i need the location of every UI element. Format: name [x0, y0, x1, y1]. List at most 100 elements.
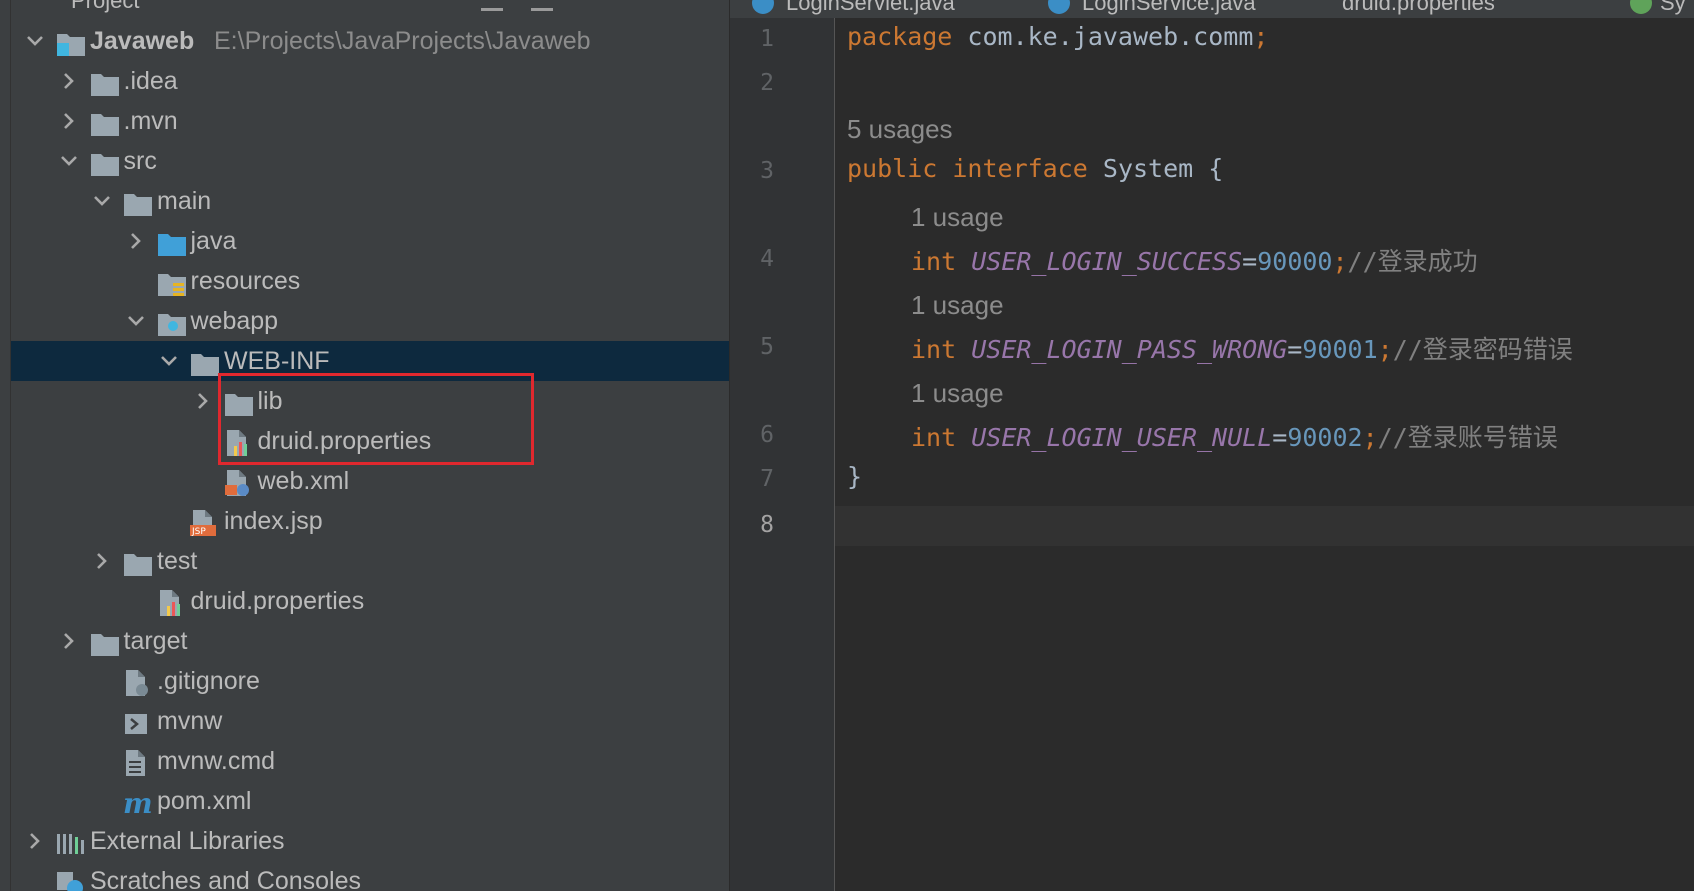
chevron-down-icon[interactable] — [124, 301, 148, 341]
tree-node-label: Javaweb — [90, 27, 195, 55]
tree-node-label: java — [190, 227, 237, 255]
scratches-icon — [56, 869, 84, 891]
tree-node-pom-xml[interactable]: m pom.xml — [11, 781, 729, 821]
tree-node-label: webapp — [190, 307, 279, 335]
editor-gutter: 1 2 3 4 5 6 7 8 — [730, 18, 835, 891]
tree-node-label: .mvn — [123, 107, 178, 135]
code-line-package[interactable]: package com.ke.javaweb.comm; — [847, 22, 1268, 51]
annotation-highlight-box — [218, 373, 534, 465]
chevron-down-icon[interactable] — [23, 21, 47, 61]
keyword: package — [847, 22, 953, 51]
java-class-icon — [752, 0, 774, 14]
code-line-interface[interactable]: public interface System { — [847, 154, 1223, 183]
keyword: int — [911, 423, 957, 452]
tree-node-label: main — [157, 187, 212, 215]
package-name: com.ke.javaweb.comm — [952, 22, 1254, 51]
semicolon: ; — [1362, 423, 1378, 452]
keyword: interface — [952, 154, 1088, 183]
line-comment: //登录账号错误 — [1377, 423, 1558, 452]
code-editor[interactable] — [835, 18, 1694, 891]
usages-hint[interactable]: 5 usages — [847, 114, 953, 145]
tree-node-mvnw[interactable]: mvnw — [11, 701, 729, 741]
svg-text:m: m — [123, 791, 153, 817]
tab-loginservice[interactable]: LoginService.java — [1082, 0, 1256, 16]
text-file-icon — [123, 749, 151, 776]
chevron-right-icon[interactable] — [57, 101, 81, 141]
tree-node-test[interactable]: test — [11, 541, 729, 581]
number-literal: 90001 — [1302, 335, 1378, 364]
tree-node-label: resources — [190, 267, 301, 295]
line-number-current: 8 — [760, 512, 774, 538]
collapse-all-icon[interactable] — [481, 0, 503, 11]
resources-folder-icon — [157, 269, 186, 296]
chevron-right-icon[interactable] — [57, 61, 81, 101]
line-number: 2 — [760, 70, 774, 96]
expand-all-icon[interactable] — [531, 0, 553, 11]
assign: = — [1242, 247, 1258, 276]
current-line-highlight — [835, 506, 1694, 546]
number-literal: 90000 — [1257, 247, 1333, 276]
tree-node-label: mvnw — [157, 707, 223, 735]
chevron-right-icon[interactable] — [124, 221, 148, 261]
tree-node-scratches[interactable]: Scratches and Consoles — [11, 861, 729, 891]
folder-icon — [90, 149, 119, 176]
tree-node-mvnw-cmd[interactable]: mvnw.cmd — [11, 741, 729, 781]
tree-node-index-jsp[interactable]: JSP index.jsp — [11, 501, 729, 541]
tree-node-label: target — [123, 627, 188, 655]
assign: = — [1287, 335, 1303, 364]
code-line-closing-brace[interactable]: } — [847, 462, 862, 491]
folder-icon — [123, 189, 152, 216]
tree-node-idea[interactable]: .idea — [11, 61, 729, 101]
usage-hint[interactable]: 1 usage — [911, 202, 1004, 233]
tree-node-druid-properties-src[interactable]: druid.properties — [11, 581, 729, 621]
chevron-right-icon[interactable] — [90, 541, 114, 581]
line-number: 7 — [760, 466, 774, 492]
tab-druid-properties[interactable]: druid.properties — [1342, 0, 1495, 16]
code-line-field[interactable]: int USER_LOGIN_SUCCESS=90000;//登录成功 — [911, 242, 1478, 278]
tree-node-javaweb[interactable]: Javaweb E:\Projects\JavaProjects\Javaweb — [11, 21, 729, 61]
chevron-down-icon[interactable] — [90, 181, 114, 221]
semicolon: ; — [1377, 335, 1393, 364]
tree-node-src[interactable]: src — [11, 141, 729, 181]
usage-hint[interactable]: 1 usage — [911, 290, 1004, 321]
tree-node-web-xml[interactable]: web.xml — [11, 461, 729, 501]
jsp-file-icon: JSP — [190, 509, 218, 537]
shell-script-icon — [123, 709, 151, 735]
folder-icon — [90, 69, 119, 96]
libraries-icon — [56, 829, 84, 855]
chevron-right-icon[interactable] — [23, 821, 47, 861]
chevron-down-icon[interactable] — [57, 141, 81, 181]
tree-node-gitignore[interactable]: .gitignore — [11, 661, 729, 701]
tree-node-label: .idea — [123, 67, 178, 95]
properties-file-icon — [157, 589, 185, 616]
line-comment: //登录密码错误 — [1392, 335, 1573, 364]
tree-node-resources[interactable]: resources — [11, 261, 729, 301]
line-number: 6 — [760, 422, 774, 448]
folder-icon — [90, 109, 119, 136]
tree-node-webapp[interactable]: webapp — [11, 301, 729, 341]
tab-loginservlet[interactable]: LoginServlet.java — [786, 0, 955, 16]
tree-node-main[interactable]: main — [11, 181, 729, 221]
tree-node-label: .gitignore — [157, 667, 260, 695]
module-icon — [56, 29, 85, 56]
line-number: 4 — [760, 246, 774, 272]
code-line-field[interactable]: int USER_LOGIN_PASS_WRONG=90001;//登录密码错误 — [911, 330, 1573, 366]
chevron-down-icon[interactable] — [157, 341, 181, 381]
tree-node-label: web.xml — [257, 467, 350, 495]
tab-system[interactable]: Sy — [1660, 0, 1686, 16]
tree-node-target[interactable]: target — [11, 621, 729, 661]
field-name: USER_LOGIN_USER_NULL — [971, 423, 1273, 452]
field-name: USER_LOGIN_SUCCESS — [971, 247, 1243, 276]
code-line-field[interactable]: int USER_LOGIN_USER_NULL=90002;//登录账号错误 — [911, 418, 1558, 454]
tree-node-external-libraries[interactable]: External Libraries — [11, 821, 729, 861]
chevron-right-icon[interactable] — [191, 381, 215, 421]
chevron-right-icon[interactable] — [57, 621, 81, 661]
interface-icon — [1630, 0, 1652, 14]
tree-node-label: Scratches and Consoles — [90, 867, 361, 891]
tree-node-label: index.jsp — [224, 507, 323, 535]
number-literal: 90002 — [1287, 423, 1363, 452]
keyword: public — [847, 154, 938, 183]
tree-node-mvn[interactable]: .mvn — [11, 101, 729, 141]
tree-node-java[interactable]: java — [11, 221, 729, 261]
usage-hint[interactable]: 1 usage — [911, 378, 1004, 409]
